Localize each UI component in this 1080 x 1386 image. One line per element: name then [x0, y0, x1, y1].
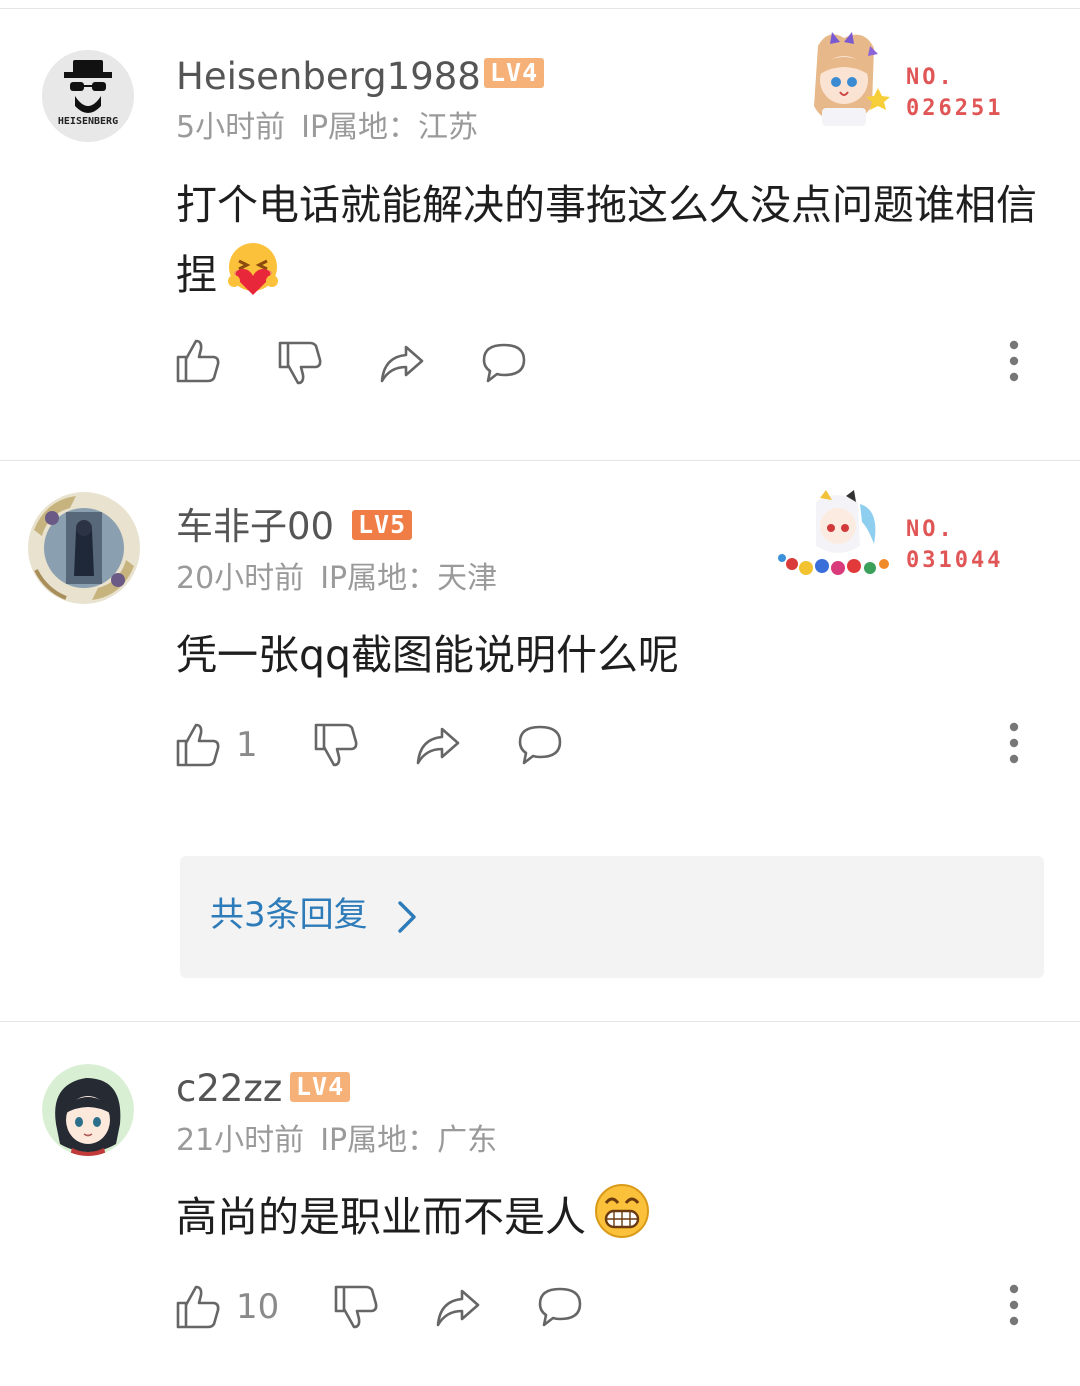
comment-meta: 20小时前 IP属地：天津 [176, 564, 497, 594]
username[interactable]: Heisenberg1988 [176, 58, 481, 95]
comment-text-content: 打个电话就能解决的事拖这么久没点问题谁相信捏 [176, 181, 1037, 299]
heisenberg-avatar-icon [42, 50, 134, 142]
share-icon [416, 727, 460, 765]
hug-heart-emoji-icon [225, 241, 281, 297]
username[interactable]: c22zz [176, 1070, 282, 1107]
like-button[interactable]: 10 [174, 1282, 279, 1332]
more-options-icon[interactable] [1008, 340, 1020, 382]
comment-bubble-icon [482, 343, 526, 383]
comment-text: 凭一张qq截图能说明什么呢 [176, 620, 1046, 690]
badge-value: 026251 [906, 96, 1004, 121]
share-button[interactable] [378, 338, 426, 388]
avatar[interactable]: HEISENBERG [42, 50, 134, 142]
ip-location: IP属地：天津 [320, 561, 498, 596]
level-badge: LV4 [290, 1072, 351, 1102]
comment-text-content: 高尚的是职业而不是人 [176, 1193, 586, 1241]
level-badge: LV4 [484, 58, 545, 88]
reply-button[interactable] [516, 720, 564, 770]
thumbs-up-icon [176, 1285, 220, 1329]
avatar[interactable] [42, 1064, 134, 1156]
dislike-button[interactable] [276, 338, 324, 388]
timestamp: 20小时前 [176, 561, 305, 596]
fan-badge-number: NO. 026251 [906, 62, 1003, 124]
view-replies-button[interactable]: 共3条回复 [180, 856, 1044, 978]
dislike-button[interactable] [332, 1282, 380, 1332]
thumbs-up-icon [176, 723, 220, 767]
thumbs-down-icon [278, 341, 322, 385]
badge-label: NO. [906, 517, 955, 542]
share-button[interactable] [414, 720, 462, 770]
ip-location: IP属地：广东 [320, 1123, 498, 1158]
comment-text-content: 凭一张qq截图能说明什么呢 [176, 631, 680, 679]
ip-location: IP属地：江苏 [301, 110, 479, 145]
thumbs-up-icon [176, 339, 220, 383]
chevron-right-icon [398, 901, 416, 933]
thumbs-down-icon [314, 723, 358, 767]
grin-emoji-icon [594, 1183, 650, 1239]
badge-label: NO. [906, 65, 955, 90]
like-button[interactable] [174, 336, 236, 386]
dislike-button[interactable] [312, 720, 360, 770]
comment-bubble-icon [518, 725, 562, 765]
thumbs-down-icon [334, 1285, 378, 1329]
ornate-frame-avatar-icon [28, 492, 140, 604]
avatar[interactable] [26, 490, 142, 606]
badge-value: 031044 [906, 548, 1004, 573]
fan-badge-number: NO. 031044 [906, 514, 1003, 576]
like-count: 10 [236, 1287, 280, 1327]
username[interactable]: 车非子00 [176, 508, 334, 545]
avatar-caption: HEISENBERG [57, 116, 119, 127]
fan-badge-character-icon [792, 26, 892, 130]
comment-meta: 5小时前 IP属地：江苏 [176, 113, 478, 143]
comment-text: 高尚的是职业而不是人 [176, 1182, 1046, 1252]
comment-divider [0, 1021, 1080, 1022]
top-divider [0, 8, 1080, 9]
like-button[interactable]: 1 [174, 720, 258, 770]
more-options-icon[interactable] [1008, 1284, 1020, 1326]
timestamp: 5小时前 [176, 110, 286, 145]
fan-badge-character-icon [776, 488, 898, 580]
more-options-icon[interactable] [1008, 722, 1020, 764]
level-badge: LV5 [352, 510, 413, 540]
comment-divider [0, 460, 1080, 461]
share-icon [380, 345, 424, 383]
timestamp: 21小时前 [176, 1123, 305, 1158]
reply-button[interactable] [480, 338, 528, 388]
reply-button[interactable] [536, 1282, 584, 1332]
comment-meta: 21小时前 IP属地：广东 [176, 1126, 497, 1156]
comment-text: 打个电话就能解决的事拖这么久没点问题谁相信捏 [176, 170, 1046, 310]
like-count: 1 [236, 725, 258, 765]
anime-girl-avatar-icon [42, 1064, 134, 1156]
comment-bubble-icon [538, 1287, 582, 1327]
replies-count-label: 共3条回复 [210, 895, 368, 935]
share-icon [436, 1289, 480, 1327]
share-button[interactable] [434, 1282, 482, 1332]
